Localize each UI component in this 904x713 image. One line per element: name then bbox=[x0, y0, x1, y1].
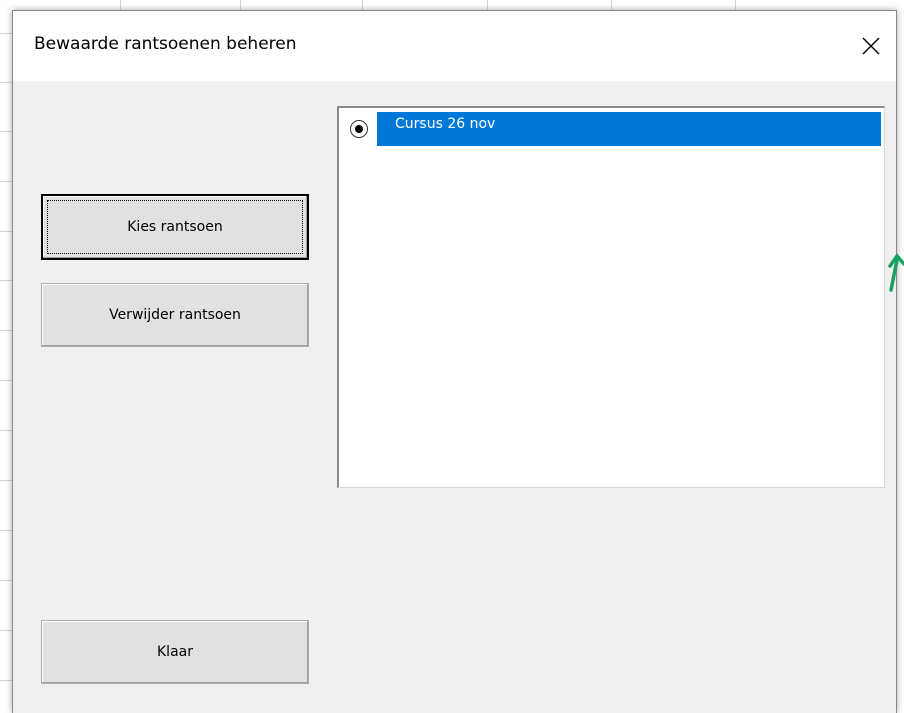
grid-line bbox=[0, 33, 12, 34]
grid-line bbox=[0, 580, 12, 581]
choose-ration-button[interactable]: Kies rantsoen bbox=[41, 194, 309, 260]
choose-ration-label: Kies rantsoen bbox=[127, 219, 223, 235]
rations-listbox[interactable]: Cursus 26 nov bbox=[337, 106, 885, 488]
list-item[interactable]: Cursus 26 nov bbox=[343, 112, 881, 146]
radio-dot bbox=[355, 125, 363, 133]
delete-ration-button[interactable]: Verwijder rantsoen bbox=[41, 283, 309, 347]
radio-selected-icon[interactable] bbox=[350, 120, 368, 138]
grid-line bbox=[0, 330, 12, 331]
close-button[interactable] bbox=[846, 11, 896, 81]
grid-line bbox=[120, 0, 121, 10]
close-icon bbox=[862, 37, 880, 55]
background-row-strip bbox=[0, 0, 12, 713]
grid-line bbox=[0, 131, 12, 132]
delete-ration-label: Verwijder rantsoen bbox=[109, 307, 241, 323]
grid-line bbox=[0, 530, 12, 531]
grid-line bbox=[240, 0, 241, 10]
grid-line bbox=[0, 380, 12, 381]
title-bar: Bewaarde rantsoenen beheren bbox=[13, 11, 896, 81]
grid-line bbox=[487, 0, 488, 10]
grid-line bbox=[362, 0, 363, 10]
grid-line bbox=[0, 280, 12, 281]
grid-line bbox=[0, 231, 12, 232]
done-button[interactable]: Klaar bbox=[41, 620, 309, 684]
grid-line bbox=[0, 82, 12, 83]
grid-line bbox=[735, 0, 736, 10]
grid-line bbox=[611, 0, 612, 10]
grid-line bbox=[0, 630, 12, 631]
grid-line bbox=[0, 181, 12, 182]
manage-saved-rations-dialog: Bewaarde rantsoenen beheren Kies rantsoe… bbox=[12, 10, 897, 713]
green-arrow-icon bbox=[888, 253, 904, 292]
background-right-strip bbox=[898, 0, 904, 713]
list-item-highlight: Cursus 26 nov bbox=[377, 112, 881, 146]
list-item-label: Cursus 26 nov bbox=[395, 116, 496, 132]
grid-line bbox=[0, 430, 12, 431]
grid-line bbox=[0, 680, 12, 681]
done-label: Klaar bbox=[157, 644, 193, 660]
grid-line bbox=[0, 480, 12, 481]
dialog-title: Bewaarde rantsoenen beheren bbox=[34, 34, 297, 54]
